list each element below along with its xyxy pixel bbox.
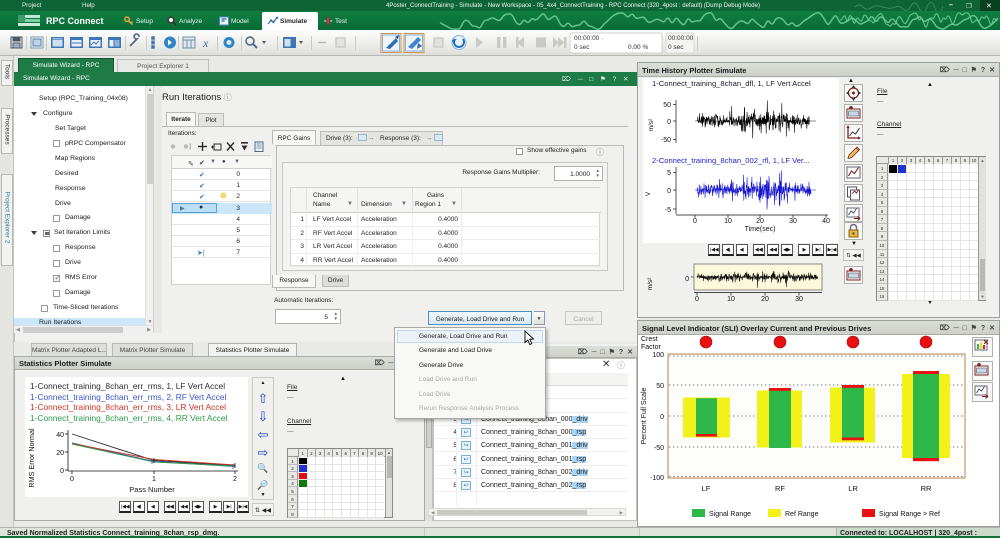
svg-text:RF: RF — [775, 484, 785, 493]
svg-text:RR: RR — [921, 484, 932, 493]
svg-text:-100: -100 — [650, 475, 664, 482]
svg-text:Percent Full Scale: Percent Full Scale — [641, 387, 648, 444]
svg-text:Signal Range > Ref: Signal Range > Ref — [879, 511, 940, 518]
svg-text:Factor: Factor — [641, 344, 662, 351]
svg-text:Signal Range: Signal Range — [709, 511, 751, 518]
svg-text:100: 100 — [652, 352, 664, 359]
svg-text:-50: -50 — [654, 445, 664, 452]
svg-text:LF: LF — [702, 484, 711, 493]
svg-text:Crest: Crest — [641, 336, 658, 343]
svg-text:50: 50 — [656, 383, 664, 390]
svg-text:Ref Range: Ref Range — [785, 511, 819, 518]
svg-text:LR: LR — [848, 484, 858, 493]
svg-text:0: 0 — [660, 414, 664, 421]
